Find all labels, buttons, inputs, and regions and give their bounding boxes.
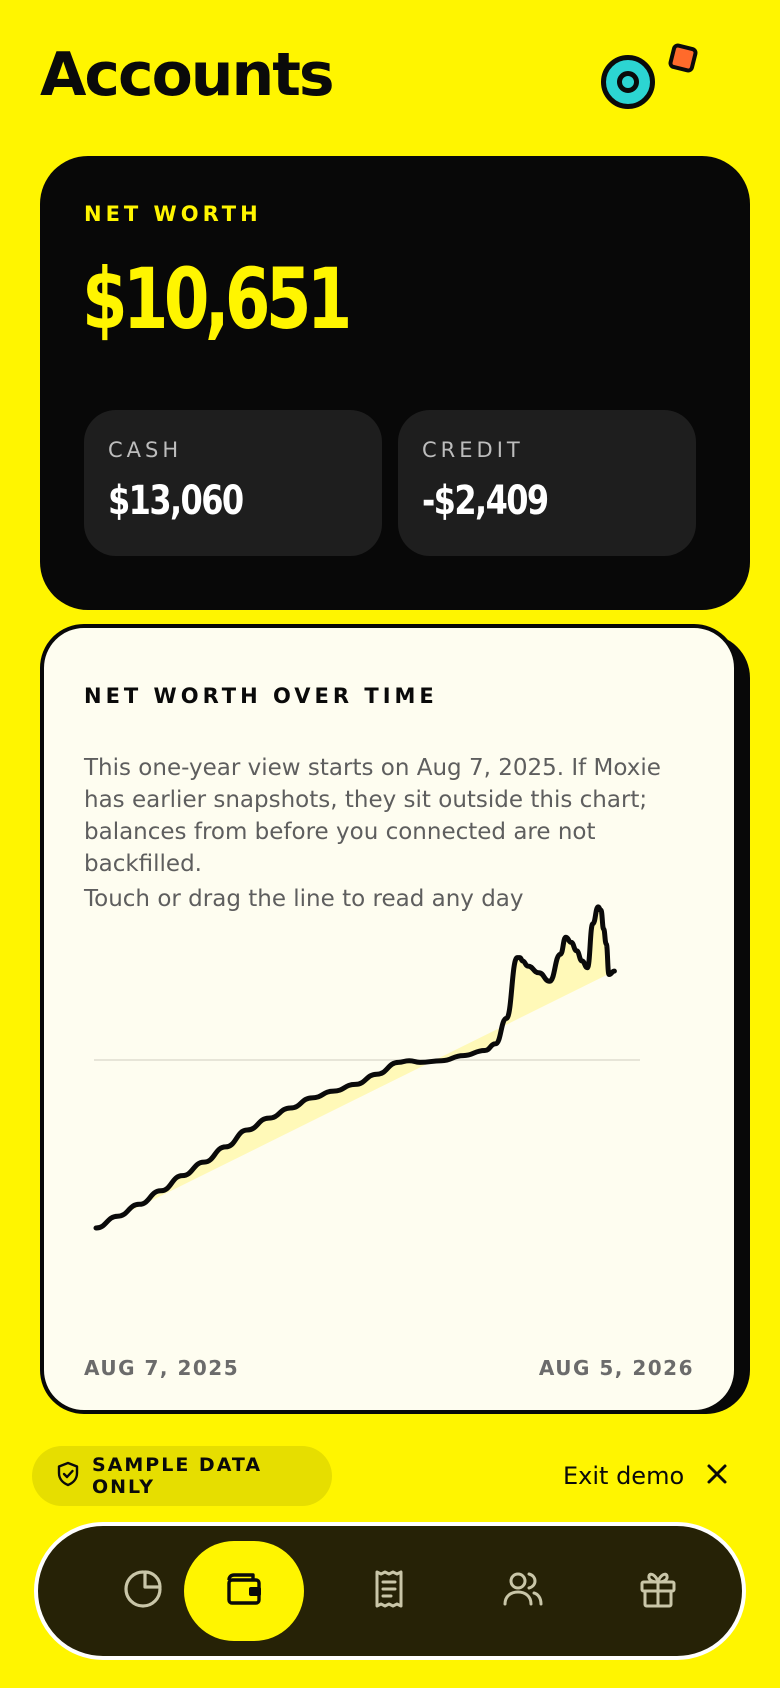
credit-label: CREDIT xyxy=(422,438,524,462)
nav-item-rewards[interactable] xyxy=(598,1541,718,1641)
net-worth-card: NET WORTH $10,651 CASH $13,060 CREDIT -$… xyxy=(40,156,750,610)
net-worth-label: NET WORTH xyxy=(84,202,262,226)
nav-item-people[interactable] xyxy=(463,1541,583,1641)
header: Accounts xyxy=(0,0,780,150)
logo-square-icon xyxy=(667,42,699,74)
cash-label: CASH xyxy=(108,438,183,462)
exit-demo-label: Exit demo xyxy=(563,1462,685,1490)
logo-ring-icon xyxy=(601,55,655,109)
nav-item-transactions[interactable] xyxy=(329,1541,449,1641)
wallet-icon xyxy=(223,1568,265,1614)
receipt-icon xyxy=(368,1568,410,1614)
cash-value: $13,060 xyxy=(108,478,244,524)
net-worth-value: $10,651 xyxy=(82,250,352,348)
pie-chart-icon xyxy=(122,1568,164,1614)
gift-icon xyxy=(637,1568,679,1614)
bottom-nav xyxy=(34,1522,746,1660)
chart-start-date: AUG 7, 2025 xyxy=(84,1356,240,1380)
page-title: Accounts xyxy=(40,40,335,110)
credit-value: -$2,409 xyxy=(422,478,549,524)
nav-item-accounts[interactable] xyxy=(184,1541,304,1641)
cash-card[interactable]: CASH $13,060 xyxy=(84,410,382,556)
chart-end-date: AUG 5, 2026 xyxy=(538,1356,694,1380)
credit-card[interactable]: CREDIT -$2,409 xyxy=(398,410,696,556)
sample-data-badge: SAMPLE DATA ONLY xyxy=(32,1446,332,1506)
users-icon xyxy=(501,1568,545,1614)
close-icon[interactable] xyxy=(706,1463,728,1489)
exit-demo-button[interactable]: Exit demo xyxy=(563,1450,728,1502)
net-worth-chart[interactable] xyxy=(44,628,738,1414)
chart-line xyxy=(93,904,617,1231)
net-worth-chart-card: NET WORTH OVER TIME This one-year view s… xyxy=(40,624,738,1414)
sample-data-label: SAMPLE DATA ONLY xyxy=(92,1454,263,1498)
shield-check-icon xyxy=(56,1461,80,1491)
